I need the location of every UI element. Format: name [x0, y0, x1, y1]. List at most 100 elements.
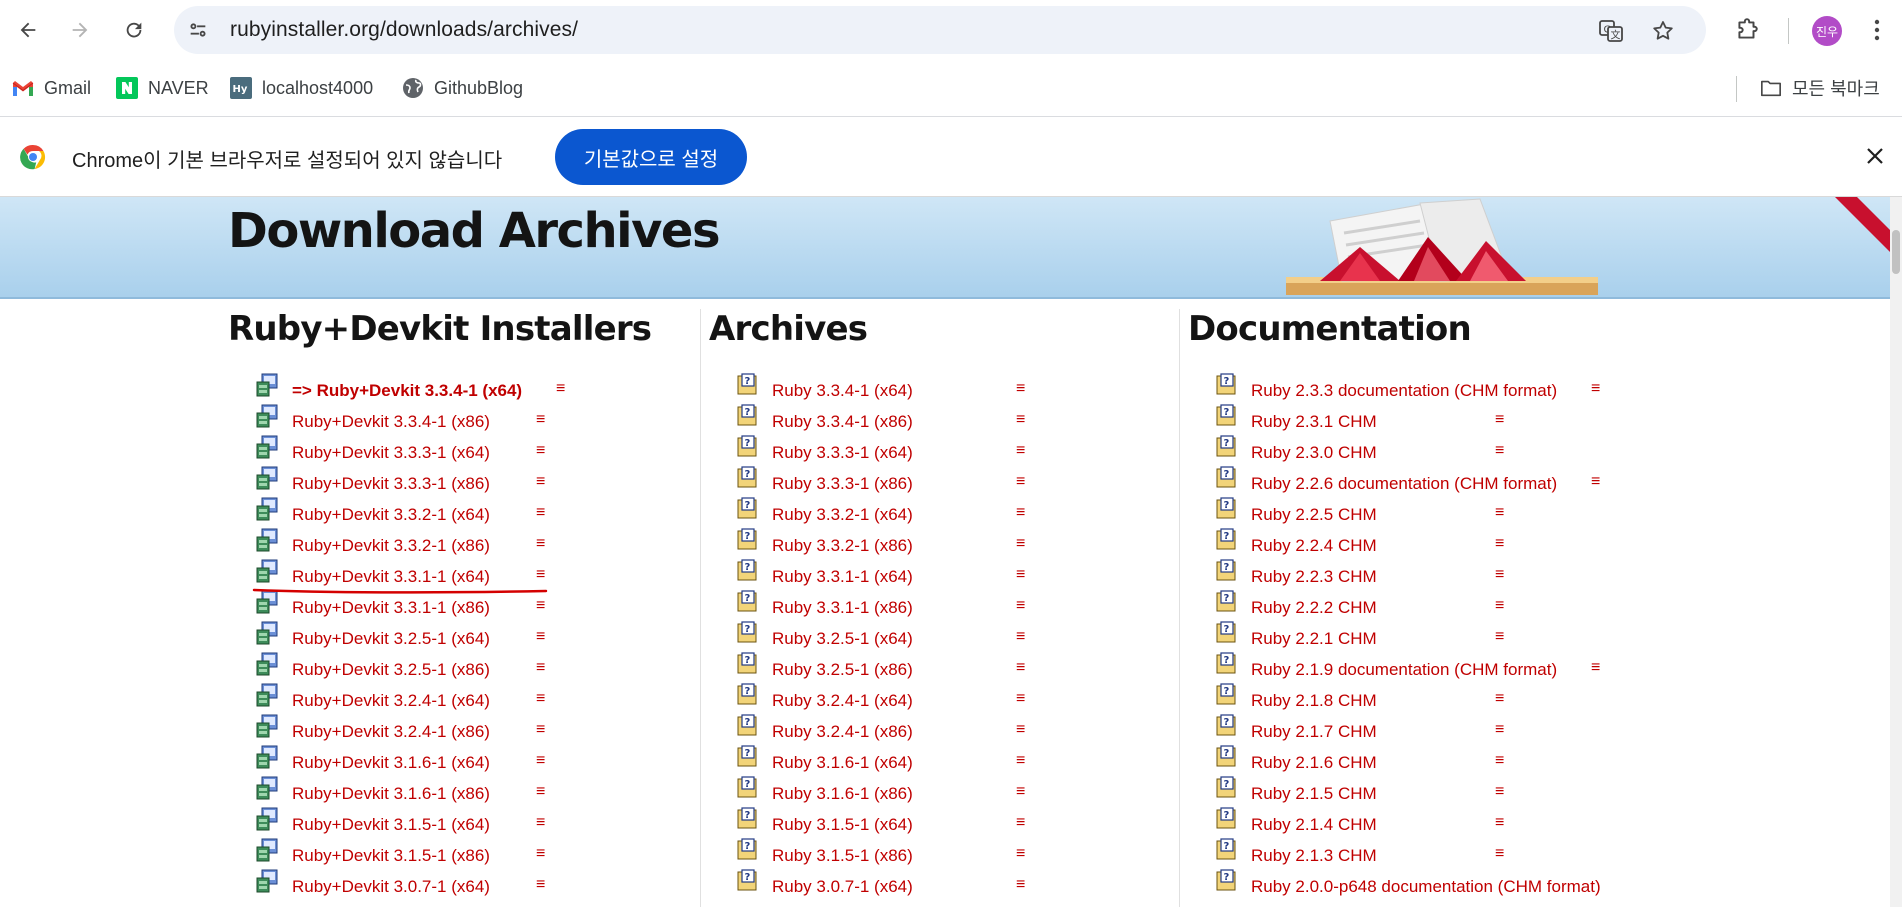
details-menu-icon[interactable]: ≡ [1016, 690, 1025, 708]
details-menu-icon[interactable]: ≡ [1495, 783, 1504, 801]
archive-link[interactable]: Ruby 3.3.1-1 (x64) [772, 567, 913, 587]
installer-link[interactable]: Ruby+Devkit 3.2.5-1 (x64) [292, 629, 490, 649]
reload-button[interactable] [118, 12, 150, 48]
details-menu-icon[interactable]: ≡ [1591, 380, 1600, 398]
bookmark-naver[interactable]: NAVER [116, 74, 209, 102]
details-menu-icon[interactable]: ≡ [1016, 380, 1025, 398]
installer-link[interactable]: Ruby+Devkit 3.1.6-1 (x64) [292, 753, 490, 773]
documentation-link[interactable]: Ruby 2.3.1 CHM [1251, 412, 1377, 432]
details-menu-icon[interactable]: ≡ [1016, 473, 1025, 491]
archive-link[interactable]: Ruby 3.3.2-1 (x86) [772, 536, 913, 556]
documentation-link[interactable]: Ruby 2.1.5 CHM [1251, 784, 1377, 804]
archive-link[interactable]: Ruby 3.3.1-1 (x86) [772, 598, 913, 618]
archive-link[interactable]: Ruby 3.3.4-1 (x86) [772, 412, 913, 432]
archive-link[interactable]: Ruby 3.2.5-1 (x86) [772, 660, 913, 680]
back-button[interactable] [12, 12, 44, 48]
details-menu-icon[interactable]: ≡ [1016, 442, 1025, 460]
details-menu-icon[interactable]: ≡ [556, 380, 565, 398]
installer-link[interactable]: Ruby+Devkit 3.0.7-1 (x64) [292, 877, 490, 897]
details-menu-icon[interactable]: ≡ [1016, 535, 1025, 553]
details-menu-icon[interactable]: ≡ [1016, 752, 1025, 770]
documentation-link[interactable]: Ruby 2.2.6 documentation (CHM format) [1251, 474, 1557, 494]
documentation-link[interactable]: Ruby 2.1.4 CHM [1251, 815, 1377, 835]
documentation-link[interactable]: Ruby 2.2.3 CHM [1251, 567, 1377, 587]
details-menu-icon[interactable]: ≡ [1495, 628, 1504, 646]
documentation-link[interactable]: Ruby 2.1.7 CHM [1251, 722, 1377, 742]
translate-icon[interactable]: G文 [1598, 18, 1624, 44]
details-menu-icon[interactable]: ≡ [536, 814, 545, 832]
installer-link[interactable]: Ruby+Devkit 3.2.4-1 (x86) [292, 722, 490, 742]
details-menu-icon[interactable]: ≡ [1495, 752, 1504, 770]
archive-link[interactable]: Ruby 3.1.6-1 (x64) [772, 753, 913, 773]
profile-avatar[interactable]: 진우 [1812, 16, 1842, 46]
archive-link[interactable]: Ruby 3.2.5-1 (x64) [772, 629, 913, 649]
details-menu-icon[interactable]: ≡ [1495, 411, 1504, 429]
forward-button[interactable] [64, 12, 96, 48]
details-menu-icon[interactable]: ≡ [1016, 814, 1025, 832]
installer-link[interactable]: Ruby+Devkit 3.3.1-1 (x64) [292, 567, 490, 587]
archive-link[interactable]: Ruby 3.3.3-1 (x86) [772, 474, 913, 494]
documentation-link[interactable]: Ruby 2.2.1 CHM [1251, 629, 1377, 649]
details-menu-icon[interactable]: ≡ [536, 597, 545, 615]
documentation-link[interactable]: Ruby 2.2.2 CHM [1251, 598, 1377, 618]
installer-link[interactable]: Ruby+Devkit 3.1.5-1 (x64) [292, 815, 490, 835]
details-menu-icon[interactable]: ≡ [536, 504, 545, 522]
details-menu-icon[interactable]: ≡ [1016, 845, 1025, 863]
close-icon[interactable] [1860, 141, 1890, 171]
archive-link[interactable]: Ruby 3.0.7-1 (x64) [772, 877, 913, 897]
installer-link[interactable]: Ruby+Devkit 3.3.1-1 (x86) [292, 598, 490, 618]
details-menu-icon[interactable]: ≡ [1495, 721, 1504, 739]
documentation-link[interactable]: Ruby 2.2.5 CHM [1251, 505, 1377, 525]
details-menu-icon[interactable]: ≡ [1016, 783, 1025, 801]
archive-link[interactable]: Ruby 3.2.4-1 (x64) [772, 691, 913, 711]
details-menu-icon[interactable]: ≡ [536, 783, 545, 801]
details-menu-icon[interactable]: ≡ [536, 845, 545, 863]
details-menu-icon[interactable]: ≡ [536, 876, 545, 894]
documentation-link[interactable]: Ruby 2.1.3 CHM [1251, 846, 1377, 866]
installer-link[interactable]: Ruby+Devkit 3.3.2-1 (x86) [292, 536, 490, 556]
bookmark-localhost[interactable]: Hy localhost4000 [230, 74, 373, 102]
details-menu-icon[interactable]: ≡ [536, 752, 545, 770]
address-bar[interactable]: rubyinstaller.org/downloads/archives/ G文 [174, 6, 1706, 54]
details-menu-icon[interactable]: ≡ [1016, 566, 1025, 584]
details-menu-icon[interactable]: ≡ [1016, 628, 1025, 646]
archive-link[interactable]: Ruby 3.3.4-1 (x64) [772, 381, 913, 401]
details-menu-icon[interactable]: ≡ [1495, 690, 1504, 708]
details-menu-icon[interactable]: ≡ [536, 628, 545, 646]
bookmark-gmail[interactable]: Gmail [12, 74, 91, 102]
details-menu-icon[interactable]: ≡ [536, 411, 545, 429]
details-menu-icon[interactable]: ≡ [1495, 535, 1504, 553]
all-bookmarks-button[interactable]: 모든 북마크 [1760, 74, 1880, 102]
details-menu-icon[interactable]: ≡ [536, 442, 545, 460]
archive-link[interactable]: Ruby 3.1.6-1 (x86) [772, 784, 913, 804]
installer-link[interactable]: Ruby+Devkit 3.2.4-1 (x64) [292, 691, 490, 711]
details-menu-icon[interactable]: ≡ [1016, 659, 1025, 677]
installer-link[interactable]: Ruby+Devkit 3.1.6-1 (x86) [292, 784, 490, 804]
documentation-link[interactable]: Ruby 2.3.0 CHM [1251, 443, 1377, 463]
details-menu-icon[interactable]: ≡ [1016, 597, 1025, 615]
set-default-button[interactable]: 기본값으로 설정 [555, 129, 747, 185]
installer-link[interactable]: => Ruby+Devkit 3.3.4-1 (x64) [292, 381, 522, 401]
details-menu-icon[interactable]: ≡ [1495, 814, 1504, 832]
site-info-icon[interactable] [184, 16, 212, 44]
details-menu-icon[interactable]: ≡ [536, 566, 545, 584]
documentation-link[interactable]: Ruby 2.2.4 CHM [1251, 536, 1377, 556]
details-menu-icon[interactable]: ≡ [1495, 597, 1504, 615]
installer-link[interactable]: Ruby+Devkit 3.3.4-1 (x86) [292, 412, 490, 432]
details-menu-icon[interactable]: ≡ [536, 659, 545, 677]
details-menu-icon[interactable]: ≡ [1495, 566, 1504, 584]
more-menu-icon[interactable] [1862, 14, 1892, 46]
details-menu-icon[interactable]: ≡ [1495, 845, 1504, 863]
details-menu-icon[interactable]: ≡ [1591, 473, 1600, 491]
installer-link[interactable]: Ruby+Devkit 3.3.3-1 (x64) [292, 443, 490, 463]
bookmark-githubblog[interactable]: GithubBlog [402, 74, 523, 102]
bookmark-star-icon[interactable] [1650, 18, 1676, 44]
documentation-link[interactable]: Ruby 2.3.3 documentation (CHM format) [1251, 381, 1557, 401]
details-menu-icon[interactable]: ≡ [1016, 504, 1025, 522]
documentation-link[interactable]: Ruby 2.0.0-p648 documentation (CHM forma… [1251, 877, 1601, 897]
documentation-link[interactable]: Ruby 2.1.8 CHM [1251, 691, 1377, 711]
documentation-link[interactable]: Ruby 2.1.6 CHM [1251, 753, 1377, 773]
archive-link[interactable]: Ruby 3.3.2-1 (x64) [772, 505, 913, 525]
archive-link[interactable]: Ruby 3.3.3-1 (x64) [772, 443, 913, 463]
details-menu-icon[interactable]: ≡ [536, 690, 545, 708]
